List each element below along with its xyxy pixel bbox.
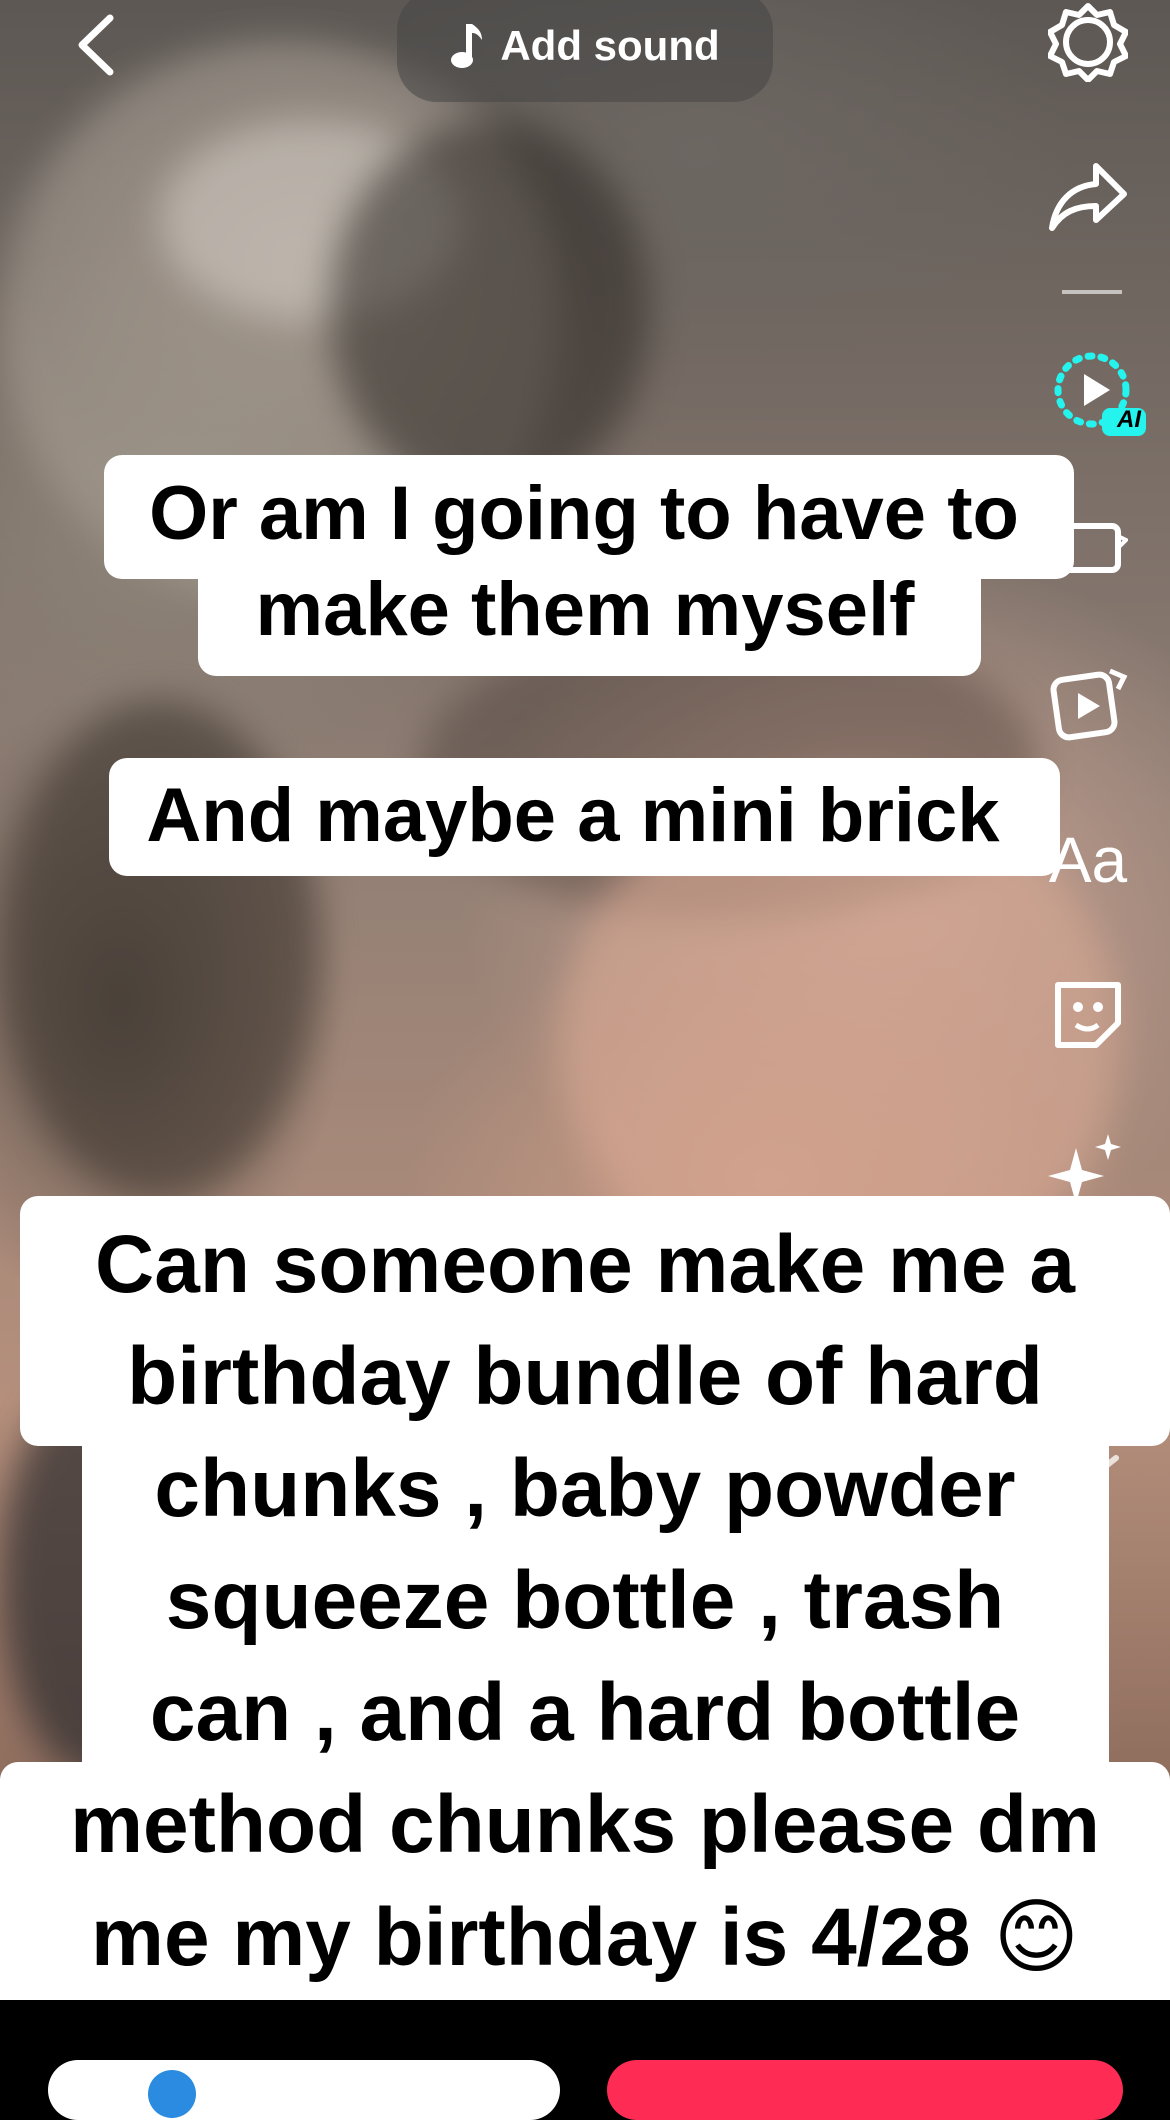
- back-button[interactable]: [70, 10, 130, 80]
- caption-line: Can someone make me a: [95, 1219, 1075, 1310]
- caption-line: method chunks please dm: [70, 1779, 1100, 1870]
- caption-line: can , and a hard bottle: [149, 1667, 1021, 1758]
- caption-line: Or am I going to have to: [149, 471, 1019, 556]
- caption-line: chunks , baby powder: [154, 1443, 1016, 1534]
- gear-icon: [1048, 3, 1128, 82]
- next-button[interactable]: [607, 2060, 1123, 2120]
- caption-line: me my birthday is 4/28 😊: [91, 1892, 1079, 1983]
- your-story-button[interactable]: [48, 2060, 560, 2120]
- ai-effects-button[interactable]: AI: [1050, 350, 1150, 440]
- add-sound-label: Add sound: [500, 22, 720, 69]
- avatar: [148, 2070, 196, 2118]
- sticker-button[interactable]: [1048, 975, 1128, 1055]
- hair-dark-region: [330, 120, 650, 500]
- ai-badge: AI: [1117, 406, 1141, 433]
- caption-line: birthday bundle of hard: [127, 1331, 1043, 1422]
- share-button[interactable]: [1048, 156, 1128, 236]
- caption-line: And maybe a mini brick: [146, 773, 1000, 858]
- settings-button[interactable]: [1048, 2, 1128, 82]
- caption-line: make them myself: [255, 567, 915, 652]
- chevron-left-icon: [78, 14, 114, 76]
- edit-clip-icon: [1050, 668, 1128, 741]
- sticker-icon: [1055, 982, 1121, 1048]
- share-icon: [1049, 163, 1127, 231]
- add-sound-button[interactable]: Add sound: [397, 0, 773, 102]
- edit-clip-button[interactable]: [1048, 663, 1128, 743]
- music-note-icon: [451, 24, 483, 68]
- caption-line: squeeze bottle , trash: [165, 1555, 1005, 1646]
- rail-divider: [1062, 290, 1122, 294]
